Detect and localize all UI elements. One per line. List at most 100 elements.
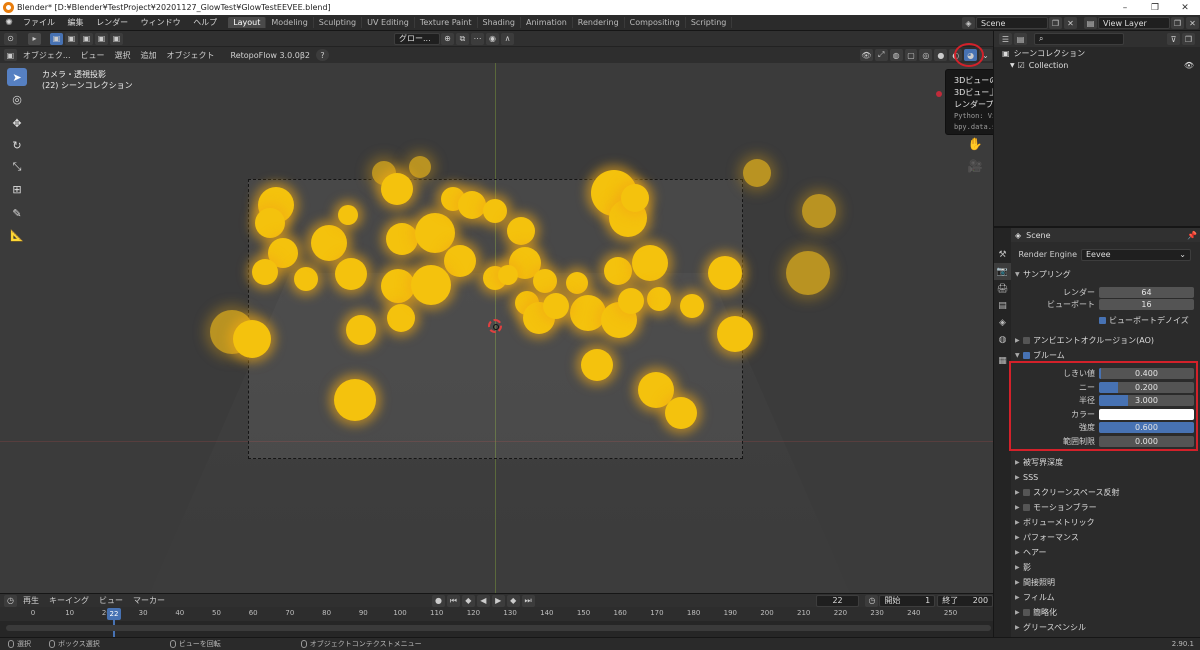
select-box-tool-icon[interactable]: ➤ xyxy=(7,68,27,86)
scene-field[interactable]: Scene xyxy=(976,17,1048,29)
object-mode-icon[interactable]: ▣ xyxy=(4,49,17,61)
gizmo-icon[interactable]: ⤢ xyxy=(874,49,888,61)
maximize-button[interactable]: ❐ xyxy=(1140,3,1170,13)
render-tab-icon[interactable]: 📷 xyxy=(994,263,1011,280)
object-mode-dropdown[interactable]: オブジェク... xyxy=(18,50,76,61)
outliner-editor-icon[interactable]: ☰ xyxy=(999,33,1012,45)
panel-collapsed[interactable]: ▶ フィルム xyxy=(1015,590,1200,605)
menu-timeline-view[interactable]: ビュー xyxy=(94,595,128,606)
select-mode-extend-icon[interactable]: ▣ xyxy=(65,32,78,45)
transform-tool-icon[interactable]: ⊞ xyxy=(7,180,27,198)
scale-tool-icon[interactable]: ⤡ xyxy=(7,158,27,176)
select-mode-invert-icon[interactable]: ▣ xyxy=(95,32,108,45)
minimize-button[interactable]: – xyxy=(1110,3,1140,13)
shading-solid-icon[interactable]: ● xyxy=(934,49,948,61)
menu-marker[interactable]: マーカー xyxy=(128,595,170,606)
timeline-scrollbar[interactable] xyxy=(6,625,991,631)
scene-icon[interactable]: ◈ xyxy=(962,17,975,29)
panel-collapsed[interactable]: ▶ グリースペンシル xyxy=(1015,620,1200,635)
select-mode-new-icon[interactable]: ▣ xyxy=(50,32,63,45)
tab-sculpting[interactable]: Sculpting xyxy=(314,17,363,28)
tab-shading[interactable]: Shading xyxy=(478,17,521,28)
falloff-icon[interactable]: ∧ xyxy=(501,32,514,45)
view-layer-tab-icon[interactable]: ▤ xyxy=(994,297,1011,314)
help-icon[interactable]: ? xyxy=(316,49,329,61)
tab-compositing[interactable]: Compositing xyxy=(625,17,686,28)
timeline-editor-icon[interactable]: ◷ xyxy=(4,594,17,607)
menu-keying[interactable]: キーイング xyxy=(44,595,94,606)
visibility-icon[interactable]: 👁 xyxy=(859,49,873,61)
new-view-layer-icon[interactable]: ❐ xyxy=(1171,17,1184,29)
play-reverse-icon[interactable]: ◀ xyxy=(476,594,490,607)
world-tab-icon[interactable]: ◍ xyxy=(994,331,1011,348)
render-samples-field[interactable]: 64 xyxy=(1099,287,1194,298)
panel-collapsed[interactable]: ▶ ボリューメトリック xyxy=(1015,515,1200,530)
current-frame-field[interactable]: 22 xyxy=(815,594,860,607)
move-tool-icon[interactable]: ✥ xyxy=(7,114,27,132)
new-collection-icon[interactable]: ❐ xyxy=(1182,33,1195,45)
transform-orientation-dropdown[interactable]: グロー... xyxy=(394,32,440,45)
tab-animation[interactable]: Animation xyxy=(521,17,573,28)
panel-collapsed[interactable]: ▶ 影 xyxy=(1015,560,1200,575)
tab-scripting[interactable]: Scripting xyxy=(686,17,733,28)
view-layer-field[interactable]: View Layer xyxy=(1098,17,1170,29)
tab-rendering[interactable]: Rendering xyxy=(573,17,625,28)
shading-wireframe-icon[interactable]: ◎ xyxy=(919,49,933,61)
tab-texture-paint[interactable]: Texture Paint xyxy=(415,17,478,28)
select-tool-icon[interactable]: ▸ xyxy=(28,32,41,45)
clock-icon[interactable]: ◷ xyxy=(865,594,879,607)
overlay-icon[interactable]: ◍ xyxy=(889,49,903,61)
panel-ao[interactable]: ▶ アンビエントオクルージョン(AO) xyxy=(1015,333,1200,348)
panel-collapsed[interactable]: ▶ 間接照明 xyxy=(1015,575,1200,590)
gizmo-x-axis-icon[interactable] xyxy=(936,91,942,97)
panel-collapsed[interactable]: ▶ ヘアー xyxy=(1015,545,1200,560)
tab-uv-editing[interactable]: UV Editing xyxy=(362,17,415,28)
menu-edit[interactable]: 編集 xyxy=(63,18,89,27)
panel-checkbox[interactable] xyxy=(1023,609,1030,616)
output-tab-icon[interactable]: 🖨 xyxy=(994,280,1011,297)
select-mode-subtract-icon[interactable]: ▣ xyxy=(80,32,93,45)
select-mode-intersect-icon[interactable]: ▣ xyxy=(110,32,123,45)
next-keyframe-icon[interactable]: ◆ xyxy=(506,594,520,607)
playhead[interactable]: 22 xyxy=(107,608,121,620)
panel-sampling[interactable]: ▼ サンプリング xyxy=(1015,267,1200,282)
delete-view-layer-icon[interactable]: ✕ xyxy=(1186,17,1199,29)
record-icon[interactable]: ● xyxy=(431,594,445,607)
new-scene-icon[interactable]: ❐ xyxy=(1049,17,1062,29)
pin-icon[interactable]: 📌 xyxy=(1187,231,1197,240)
tab-layout[interactable]: Layout xyxy=(228,17,267,28)
measure-tool-icon[interactable]: 📐 xyxy=(7,226,27,244)
outliner-row[interactable]: ▣ シーンコレクション xyxy=(994,47,1200,59)
menu-select[interactable]: 選択 xyxy=(110,50,136,61)
view-layer-icon[interactable]: ▤ xyxy=(1084,17,1097,29)
outliner-row[interactable]: ▼ ☑ Collection 👁 xyxy=(994,59,1200,71)
snap-icon[interactable]: ⧉ xyxy=(456,32,469,45)
jump-start-icon[interactable]: ⏮ xyxy=(446,594,460,607)
snap-target-icon[interactable]: ⋯ xyxy=(471,32,484,45)
panel-collapsed[interactable]: ▶ パフォーマンス xyxy=(1015,530,1200,545)
panel-checkbox[interactable] xyxy=(1023,489,1030,496)
tool-tab-icon[interactable]: ⚒ xyxy=(994,246,1011,263)
menu-file[interactable]: ファイル xyxy=(18,18,60,27)
close-button[interactable]: ✕ xyxy=(1170,3,1200,13)
denoise-checkbox[interactable] xyxy=(1099,317,1106,324)
menu-render[interactable]: レンダー xyxy=(91,18,133,27)
pan-hand-icon[interactable]: ✋ xyxy=(963,137,987,159)
eye-icon[interactable]: 👁 xyxy=(1184,61,1194,70)
blender-menu-icon[interactable]: ✺ xyxy=(0,18,18,28)
camera-view-icon[interactable]: 🎥 xyxy=(963,159,987,181)
rotate-tool-icon[interactable]: ↻ xyxy=(7,136,27,154)
filter-icon[interactable]: ⊽ xyxy=(1167,33,1180,45)
menu-add[interactable]: 追加 xyxy=(136,50,162,61)
panel-collapsed[interactable]: ▶ SSS xyxy=(1015,470,1200,485)
panel-collapsed[interactable]: ▶ スクリーンスペース反射 xyxy=(1015,485,1200,500)
ao-checkbox[interactable] xyxy=(1023,337,1030,344)
scene-tab-icon[interactable]: ◈ xyxy=(994,314,1011,331)
render-engine-dropdown[interactable]: Eevee ⌄ xyxy=(1081,248,1191,261)
editor-type-icon[interactable]: ⊙ xyxy=(4,32,17,45)
proportional-edit-icon[interactable]: ◉ xyxy=(486,32,499,45)
panel-collapsed[interactable]: ▶ モーションブラー xyxy=(1015,500,1200,515)
menu-window[interactable]: ウィンドウ xyxy=(136,18,186,27)
menu-help[interactable]: ヘルプ xyxy=(188,18,222,27)
menu-object[interactable]: オブジェクト xyxy=(162,50,220,61)
